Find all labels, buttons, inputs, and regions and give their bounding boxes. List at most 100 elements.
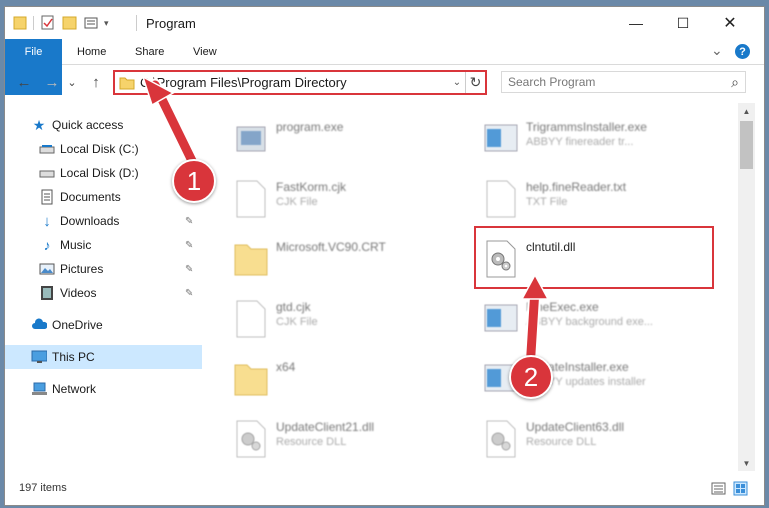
tab-share[interactable]: Share <box>125 39 174 65</box>
scroll-thumb[interactable] <box>740 121 753 169</box>
folder-icon <box>234 364 268 396</box>
file-item[interactable]: TrigrammsInstaller.exe ABBYY finereader … <box>453 109 703 165</box>
file-name: TrigrammsInstaller.exe <box>526 120 647 134</box>
refresh-button[interactable]: ↻ <box>465 72 485 93</box>
navigation-bar: ← → ⌄ ↑ C:\Program Files\Program Directo… <box>5 67 764 97</box>
file-icon <box>236 300 266 338</box>
details-view-icon[interactable] <box>711 481 726 496</box>
file-item[interactable]: UpdateClient63.dll Resource DLL <box>453 409 703 465</box>
sidebar-item-this-pc[interactable]: This PC <box>5 345 202 369</box>
exe-icon <box>236 126 266 152</box>
installer-icon <box>484 304 518 332</box>
sidebar-item-quick-access[interactable]: ★ Quick access <box>5 113 202 137</box>
folder-icon <box>119 77 135 89</box>
pin-icon: ✎ <box>185 143 194 155</box>
customize-view-icon[interactable] <box>84 15 102 31</box>
step-1-callout: 1 <box>172 159 216 203</box>
cloud-icon <box>32 318 47 329</box>
file-name: program.exe <box>276 120 344 134</box>
music-icon: ♪ <box>43 237 51 253</box>
title-bar: ▾ Program — ☐ ✕ <box>5 7 764 39</box>
file-type: ABBYY background exe... <box>526 316 653 328</box>
pin-icon: ✎ <box>185 263 194 275</box>
sidebar-item-label: Videos <box>60 286 97 300</box>
forward-button[interactable]: → <box>41 71 63 93</box>
sidebar-item-onedrive[interactable]: OneDrive <box>5 313 202 337</box>
file-highlight-box <box>474 226 714 289</box>
sidebar-item-pictures[interactable]: Pictures ✎ <box>5 257 202 281</box>
close-button[interactable]: ✕ <box>707 7 753 39</box>
item-count: 197 items <box>19 482 67 494</box>
file-name: FastKorm.cjk <box>276 180 347 194</box>
recent-locations-icon[interactable]: ⌄ <box>65 71 79 93</box>
address-dropdown-icon[interactable]: ⌄ <box>449 77 465 88</box>
address-path[interactable]: C:\Program Files\Program Directory <box>140 75 449 90</box>
scroll-down-icon[interactable]: ▼ <box>738 455 755 471</box>
sidebar-item-label: Local Disk (D:) <box>60 166 139 180</box>
file-name: UpdateClient21.dll <box>276 420 375 434</box>
sidebar-item-label: Local Disk (C:) <box>60 142 139 156</box>
star-icon: ★ <box>32 116 46 133</box>
tab-home[interactable]: Home <box>67 39 116 65</box>
sidebar-item-videos[interactable]: Videos ✎ <box>5 281 202 305</box>
file-type: Resource DLL <box>276 436 347 448</box>
scroll-up-icon[interactable]: ▲ <box>738 103 755 119</box>
file-item[interactable]: FineExec.exe ABBYY background exe... <box>453 289 703 345</box>
explorer-window: ▾ Program — ☐ ✕ File Home Share View ⌄ ?… <box>4 6 765 506</box>
file-name: FineExec.exe <box>526 300 599 314</box>
file-item[interactable]: x64 <box>203 349 453 405</box>
drive-icon <box>39 145 55 154</box>
ribbon-expand-icon[interactable]: ⌄ <box>711 42 723 59</box>
network-icon <box>32 382 47 395</box>
qa-dropdown-icon[interactable]: ▾ <box>104 18 109 29</box>
file-name: gtd.cjk <box>276 300 311 314</box>
file-item[interactable]: UpdateClient21.dll Resource DLL <box>203 409 453 465</box>
installer-icon <box>484 124 518 152</box>
help-icon[interactable]: ? <box>735 44 750 59</box>
file-item[interactable]: gtd.cjk CJK File <box>203 289 453 345</box>
download-icon: ↓ <box>43 212 51 230</box>
file-type: CJK File <box>276 196 318 208</box>
up-button[interactable]: ↑ <box>85 71 107 93</box>
dll-gear-icon <box>486 420 516 458</box>
pin-icon: ✎ <box>185 239 194 251</box>
search-icon[interactable]: ⌕ <box>731 74 739 91</box>
monitor-icon <box>31 350 47 363</box>
tab-view[interactable]: View <box>183 39 227 65</box>
ribbon-tabs: File Home Share View ⌄ ? <box>5 39 764 95</box>
dll-gear-icon <box>236 420 266 458</box>
sidebar-item-label: OneDrive <box>52 318 103 332</box>
file-type: Resource DLL <box>526 436 597 448</box>
videos-icon <box>41 286 53 300</box>
file-type: TXT File <box>526 196 568 208</box>
file-item[interactable]: Microsoft.VC90.CRT <box>203 229 453 285</box>
minimize-button[interactable]: — <box>613 7 659 39</box>
sidebar-item-label: Network <box>52 382 97 396</box>
properties-icon[interactable] <box>40 15 56 31</box>
address-bar[interactable]: C:\Program Files\Program Directory ⌄ ↻ <box>113 70 487 95</box>
back-button[interactable]: ← <box>13 71 35 93</box>
window-title: Program <box>146 16 196 31</box>
sidebar-item-local-disk-c[interactable]: Local Disk (C:) ✎ <box>5 137 202 161</box>
sidebar-item-music[interactable]: ♪ Music ✎ <box>5 233 202 257</box>
sidebar-item-downloads[interactable]: ↓ Downloads ✎ <box>5 209 202 233</box>
sidebar-item-network[interactable]: Network <box>5 377 202 401</box>
tiles-view-icon[interactable] <box>733 481 748 496</box>
new-folder-icon[interactable] <box>62 15 78 31</box>
maximize-button[interactable]: ☐ <box>660 7 706 39</box>
status-bar: 197 items <box>5 473 764 505</box>
separator <box>136 15 137 31</box>
vertical-scrollbar[interactable]: ▲ ▼ <box>738 103 755 471</box>
file-type: CJK File <box>276 316 318 328</box>
file-name: help.fineReader.txt <box>526 180 627 194</box>
file-item[interactable]: help.fineReader.txt TXT File <box>453 169 703 225</box>
sidebar-item-label: Quick access <box>52 118 124 132</box>
file-icon <box>486 180 516 218</box>
quick-access-toolbar: ▾ <box>13 15 109 31</box>
file-item[interactable]: UpdateInstaller.exe ABBYY updates instal… <box>453 349 703 405</box>
file-item[interactable]: FastKorm.cjk CJK File <box>203 169 453 225</box>
search-box[interactable]: ⌕ <box>501 71 746 93</box>
search-input[interactable] <box>508 75 708 89</box>
documents-icon <box>41 189 53 205</box>
file-item[interactable]: program.exe <box>203 109 453 165</box>
